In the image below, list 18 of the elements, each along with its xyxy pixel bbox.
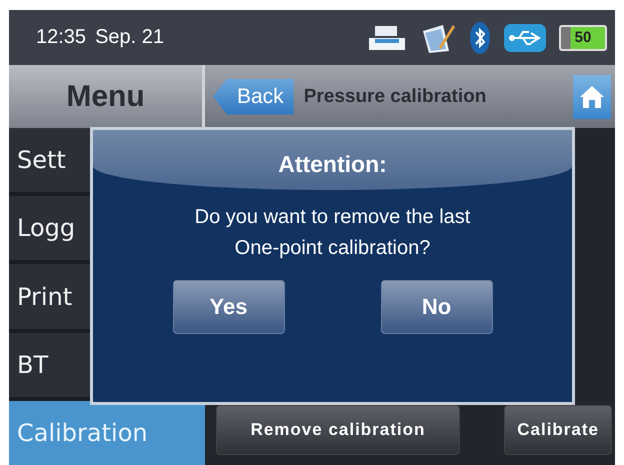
dialog-message: Do you want to remove the last One-point calibration? — [194, 205, 470, 261]
printer-icon — [367, 24, 407, 52]
action-button[interactable]: Remove calibration — [216, 405, 460, 455]
date-text: Sep. 21 — [95, 26, 164, 49]
menu-item[interactable]: Calibration — [9, 400, 205, 465]
menu-title: Menu — [9, 65, 205, 128]
bluetooth-icon — [469, 20, 491, 54]
home-icon — [579, 84, 605, 110]
back-button[interactable]: Back — [213, 78, 294, 114]
time-text: 12:35 — [36, 26, 86, 49]
home-button[interactable] — [573, 74, 611, 118]
usb-icon — [503, 22, 547, 52]
dialog-button[interactable]: No — [380, 280, 492, 334]
action-button[interactable]: Calibrate — [504, 405, 612, 455]
dialog-title: Attention: — [278, 150, 387, 178]
page-title: Pressure calibration — [304, 86, 488, 108]
battery-text: 50 — [574, 29, 592, 46]
dialog-button[interactable]: Yes — [172, 280, 284, 334]
